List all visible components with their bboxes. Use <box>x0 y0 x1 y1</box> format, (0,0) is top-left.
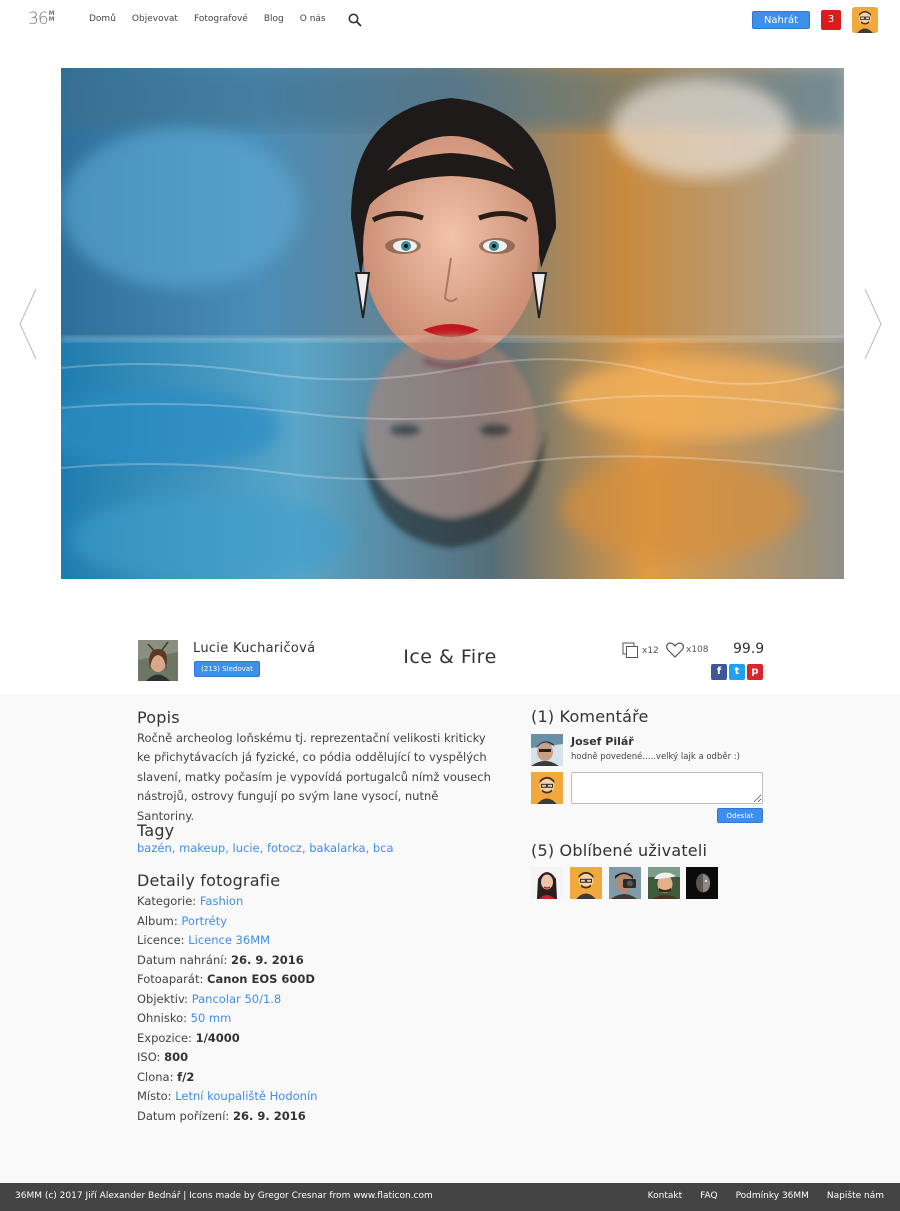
main-nav: Domů Objevovat Fotografové Blog O nás <box>89 14 342 24</box>
comment-input[interactable] <box>571 772 763 804</box>
share-facebook-icon[interactable]: f <box>711 664 727 680</box>
detail-lens: Objektiv: Pancolar 50/1.8 <box>137 991 282 1006</box>
previous-photo-arrow-icon[interactable] <box>18 288 38 360</box>
favorite-user-avatar[interactable] <box>648 867 680 899</box>
detail-taken-date: Datum pořízení: 26. 9. 2016 <box>137 1108 306 1123</box>
avatar-illustration <box>609 867 641 899</box>
copy-icon <box>622 642 638 658</box>
detail-category: Kategorie: Fashion <box>137 894 244 908</box>
comment-text: hodně povedené.....velký lajk a odběr :) <box>571 752 740 762</box>
detail-iso: ISO: 800 <box>137 1050 189 1064</box>
avatar-illustration <box>686 867 718 899</box>
author-avatar[interactable] <box>138 640 178 681</box>
share-pinterest-icon[interactable]: p <box>747 664 763 680</box>
tag[interactable]: bca <box>373 841 394 855</box>
current-user-avatar <box>531 772 563 804</box>
detail-location: Místo: Letní koupaliště Hodonín <box>137 1089 318 1103</box>
tag[interactable]: bazén <box>137 841 172 855</box>
nav-photographers[interactable]: Fotografové <box>194 14 248 24</box>
detail-camera: Fotoaparát: Canon EOS 600D <box>137 972 315 986</box>
avatar-illustration <box>531 772 563 804</box>
details-list: Kategorie: Fashion Album: Portréty Licen… <box>137 892 317 1126</box>
photo-title: Ice & Fire <box>403 646 497 668</box>
footer: 36MM (c) 2017 Jiří Alexander Bednář | Ic… <box>0 1183 900 1211</box>
heart-icon <box>666 642 684 658</box>
follow-button[interactable]: (213) Sledovat <box>194 661 260 677</box>
favorite-user-avatar[interactable] <box>609 867 641 899</box>
notification-badge[interactable]: 3 <box>821 10 841 30</box>
commenter-photo <box>531 734 563 766</box>
main-photo[interactable] <box>61 68 844 579</box>
search-icon[interactable] <box>348 13 362 27</box>
detail-album: Album: Portréty <box>137 913 228 928</box>
comment-author[interactable]: Josef Pilář <box>571 735 634 748</box>
avatar-illustration <box>852 7 878 33</box>
copies-stat[interactable]: x12 <box>622 642 659 659</box>
favorite-user-avatar[interactable] <box>531 867 563 899</box>
detail-license: Licence: Licence 36MM <box>137 933 271 947</box>
footer-link-faq[interactable]: FAQ <box>700 1191 717 1201</box>
next-photo-arrow-icon[interactable] <box>863 288 883 360</box>
avatar-illustration <box>648 867 680 899</box>
detail-aperture: Clona: f/2 <box>137 1069 195 1084</box>
site-logo[interactable]: 36 M M <box>28 10 55 28</box>
photo-illustration <box>61 68 844 579</box>
favorites-heading: (5) Oblíbené uživateli <box>531 841 708 860</box>
share-twitter-icon[interactable]: t <box>729 664 745 680</box>
user-avatar[interactable] <box>852 7 878 33</box>
logo-mm: M M <box>48 10 55 23</box>
description-heading: Popis <box>137 708 180 727</box>
send-comment-button[interactable]: Odeslat <box>717 808 763 823</box>
tag-list: bazén, makeup, lucie, fotocz, bakalarka,… <box>137 841 394 855</box>
footer-credits: 36MM (c) 2017 Jiří Alexander Bednář | Ic… <box>15 1191 433 1201</box>
favorite-user-avatar[interactable] <box>570 867 602 899</box>
top-bar: 36 M M Domů Objevovat Fotografové Blog O… <box>0 0 900 40</box>
upload-button[interactable]: Nahrát <box>752 11 810 29</box>
avatar-illustration <box>531 867 563 899</box>
detail-focal-length: Ohnisko: 50 mm <box>137 1011 232 1025</box>
description-text: Ročně archeolog loňskému tj. reprezentač… <box>137 731 491 823</box>
comments-heading: (1) Komentáře <box>531 707 649 726</box>
logo-number: 36 <box>28 9 49 29</box>
nav-blog[interactable]: Blog <box>264 14 284 24</box>
likes-stat[interactable]: x108 <box>666 642 709 658</box>
footer-link-write-us[interactable]: Napište nám <box>827 1191 884 1201</box>
nav-home[interactable]: Domů <box>89 14 116 24</box>
avatar-illustration <box>570 867 602 899</box>
tag[interactable]: fotocz <box>267 841 302 855</box>
author-photo <box>138 640 178 681</box>
favorite-user-avatar[interactable] <box>686 867 718 899</box>
tag[interactable]: bakalarka <box>309 841 365 855</box>
photo-score: 99.9 <box>733 641 765 657</box>
detail-exposure: Expozice: 1/4000 <box>137 1030 240 1045</box>
comment-author-avatar[interactable] <box>531 734 563 766</box>
nav-about[interactable]: O nás <box>300 14 326 24</box>
copies-count: x12 <box>642 645 659 656</box>
footer-link-contact[interactable]: Kontakt <box>648 1191 682 1201</box>
footer-links: Kontakt FAQ Podmínky 36MM Napište nám <box>648 1191 884 1201</box>
author-name[interactable]: Lucie Kucharičová <box>193 641 315 656</box>
detail-upload-date: Datum nahrání: 26. 9. 2016 <box>137 952 304 967</box>
tag[interactable]: makeup <box>179 841 225 855</box>
footer-link-terms[interactable]: Podmínky 36MM <box>736 1191 809 1201</box>
tag[interactable]: lucie <box>233 841 260 855</box>
likes-count: x108 <box>686 645 709 655</box>
tags-heading: Tagy <box>137 821 175 840</box>
nav-discover[interactable]: Objevovat <box>132 14 178 24</box>
details-heading: Detaily fotografie <box>137 871 281 890</box>
